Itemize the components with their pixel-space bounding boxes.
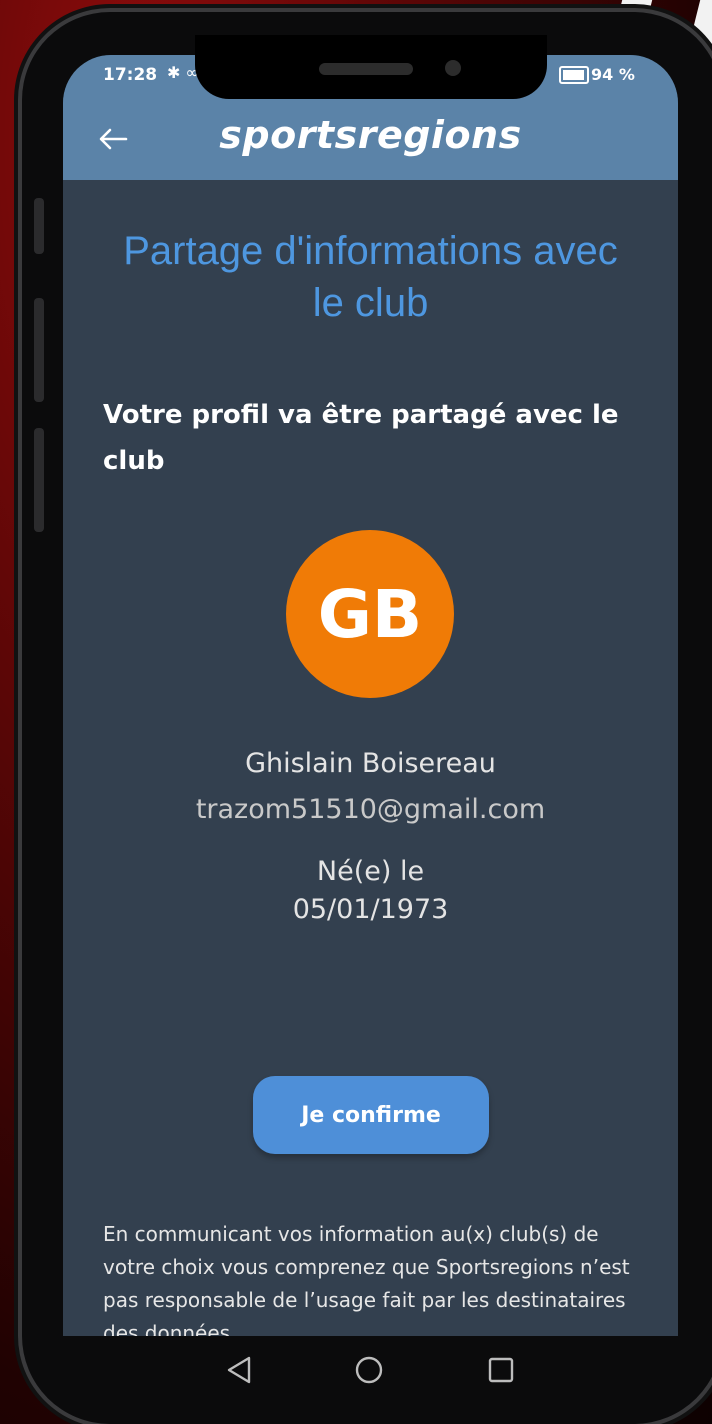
confirm-button[interactable]: Je confirme xyxy=(253,1076,489,1154)
front-camera xyxy=(445,60,461,76)
triangle-back-icon xyxy=(227,1356,251,1384)
square-recents-icon xyxy=(488,1357,514,1383)
nav-home-button[interactable] xyxy=(349,1350,389,1390)
birth-label: Né(e) le xyxy=(316,856,425,887)
battery-percent: 94 % xyxy=(591,65,635,84)
nav-back-button[interactable] xyxy=(219,1350,259,1390)
system-nav-bar xyxy=(63,1336,678,1402)
app-bar: sportsregions xyxy=(63,99,678,180)
camera-notch xyxy=(195,35,547,99)
user-name: Ghislain Boisereau xyxy=(245,748,496,779)
speaker-grill xyxy=(319,63,413,75)
battery-fill xyxy=(563,70,584,80)
birth-date: 05/01/1973 xyxy=(292,894,449,925)
nav-recents-button[interactable] xyxy=(481,1350,521,1390)
share-notice: Votre profil va être partagé avec le clu… xyxy=(103,400,619,476)
app-screen: 17:28 ✱ ∞ 94 % sportsregions Partage d'i… xyxy=(63,55,678,1336)
status-time: 17:28 xyxy=(103,65,158,85)
power-button xyxy=(34,428,44,532)
volume-down-button xyxy=(34,298,44,402)
page-title: Partage d'informations avec le club xyxy=(123,229,618,325)
volume-up-button xyxy=(34,198,44,254)
circle-home-icon xyxy=(355,1356,383,1384)
brand-logo: sportsregions xyxy=(219,113,522,157)
user-email: trazom51510@gmail.com xyxy=(195,794,546,825)
disclaimer-text: En communicant vos information au(x) clu… xyxy=(103,1222,630,1336)
battery-icon xyxy=(559,66,589,84)
avatar: GB xyxy=(286,530,454,698)
